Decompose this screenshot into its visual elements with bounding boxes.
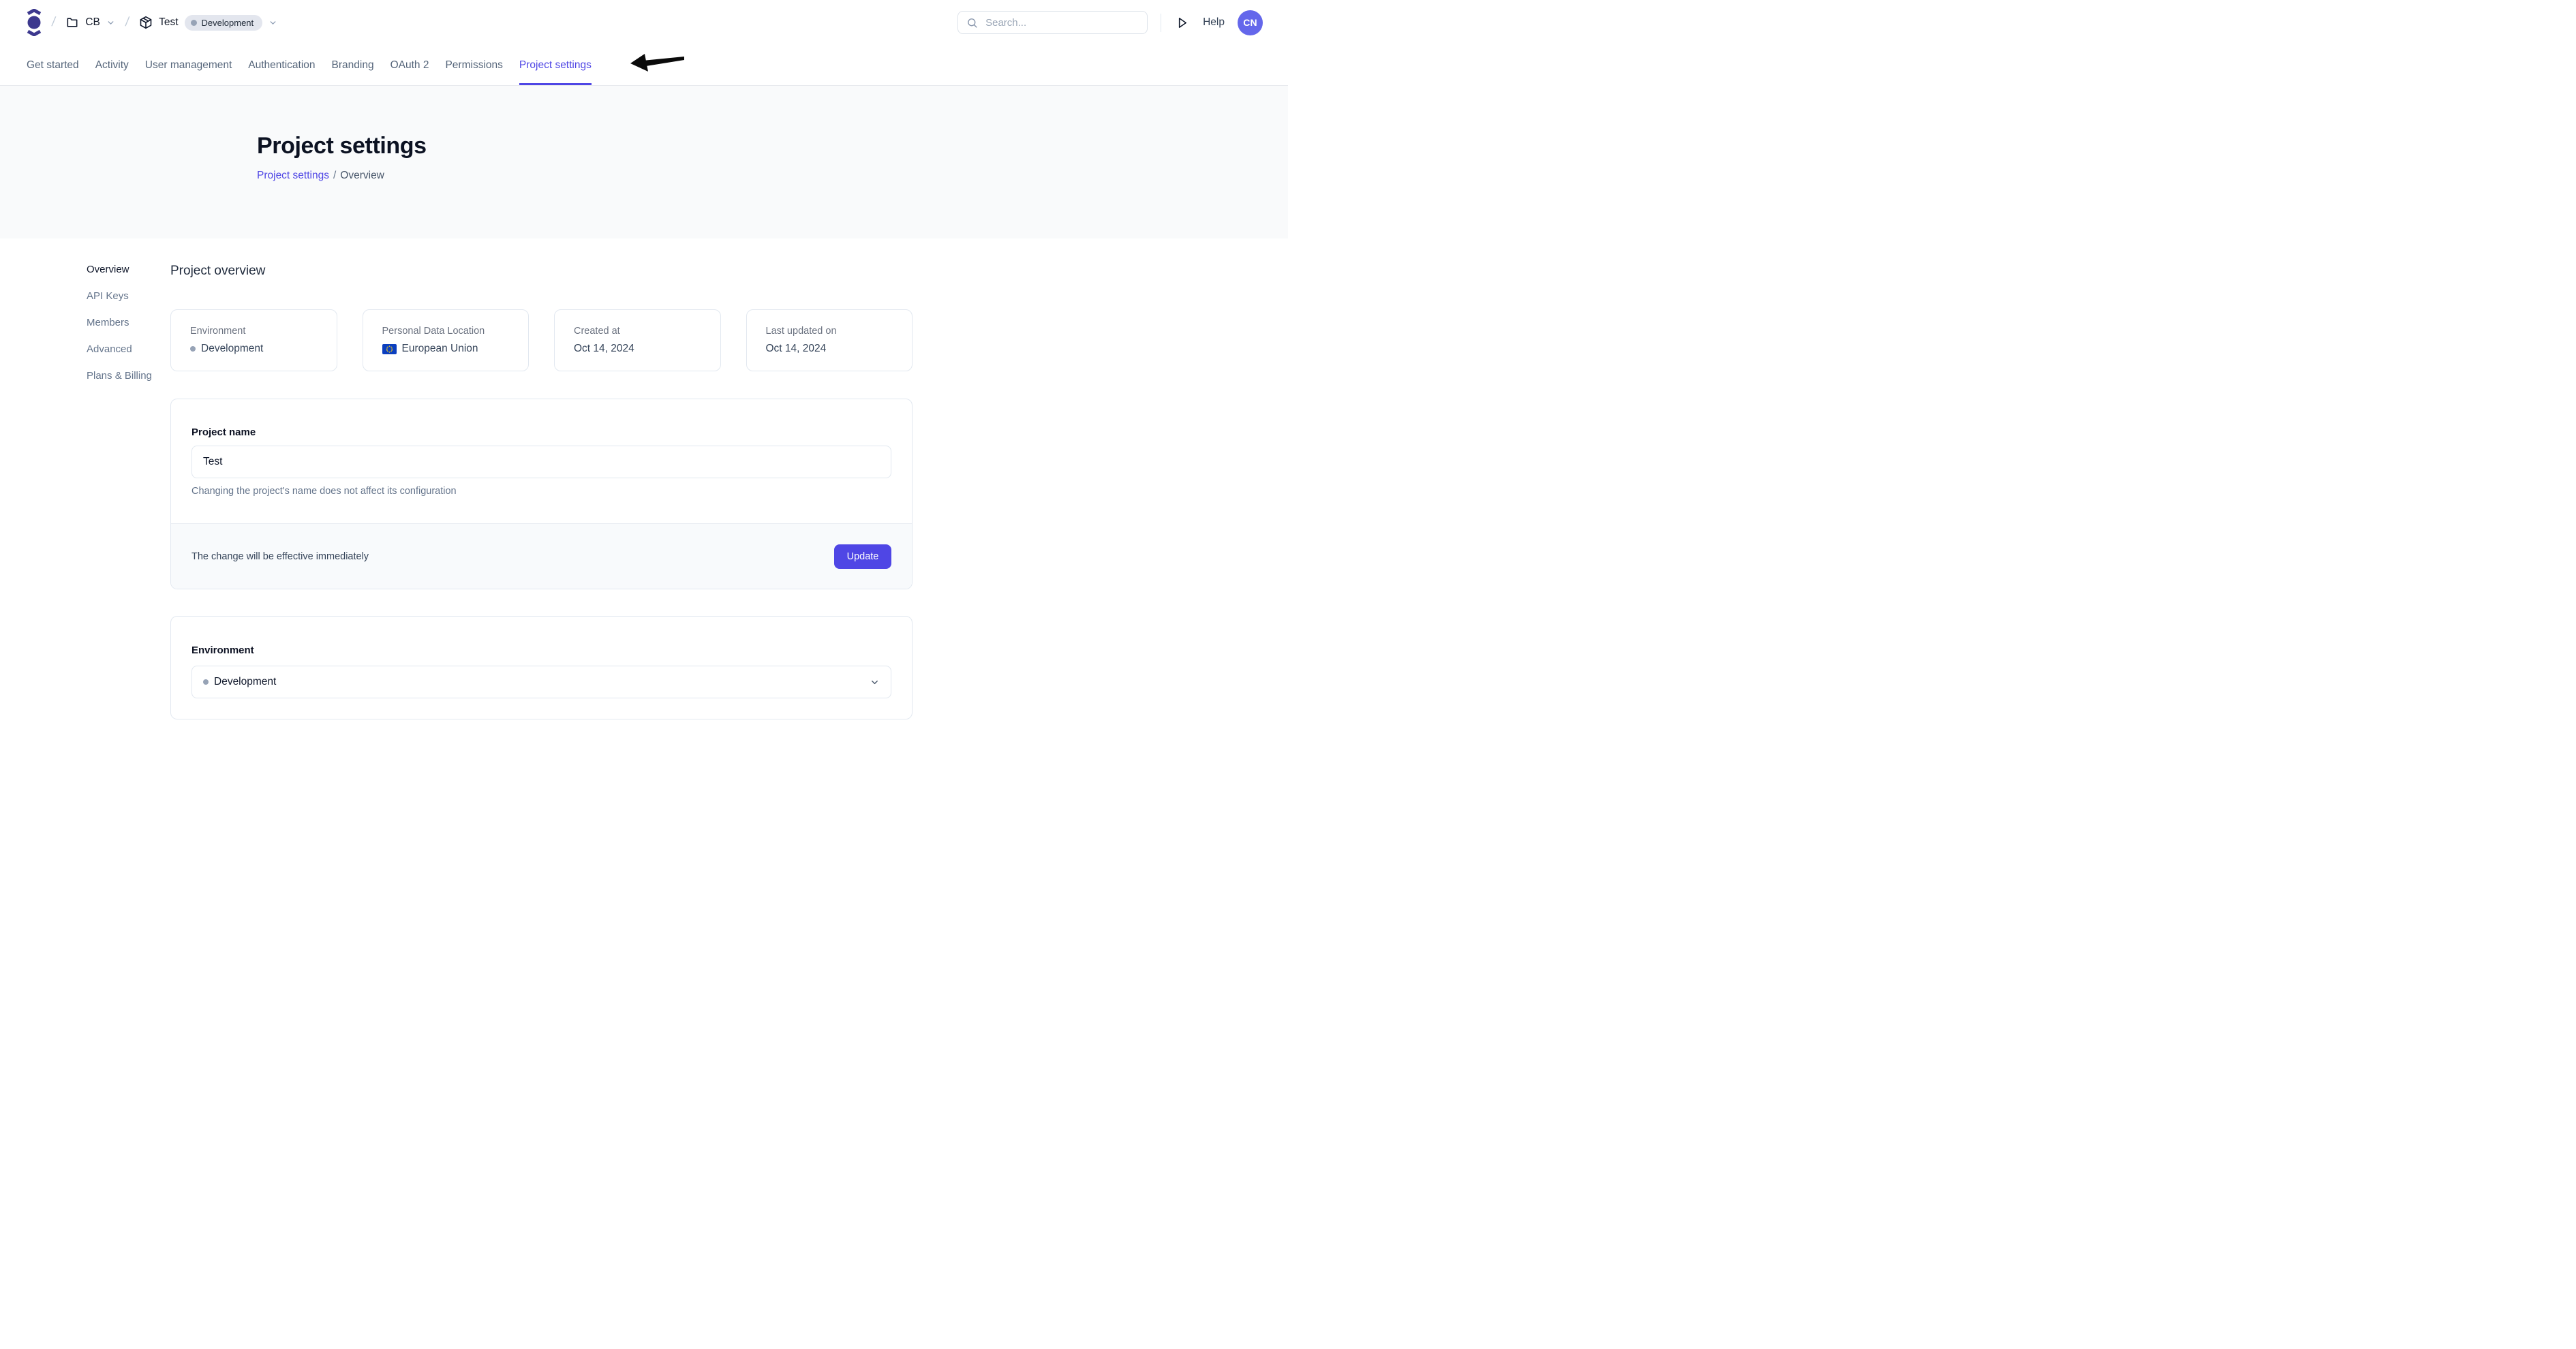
status-dot-icon bbox=[203, 679, 209, 685]
info-cards-row: Environment Development Personal Data Lo… bbox=[170, 309, 913, 371]
info-card-value-text: Oct 14, 2024 bbox=[574, 343, 634, 355]
content-area: Overview API Keys Members Advanced Plans… bbox=[0, 238, 1288, 719]
breadcrumb-current: Overview bbox=[340, 170, 384, 182]
tab-project-settings[interactable]: Project settings bbox=[519, 45, 592, 85]
breadcrumb-link-project-settings[interactable]: Project settings bbox=[257, 170, 329, 182]
tab-authentication[interactable]: Authentication bbox=[248, 45, 315, 85]
breadcrumb-slash: / bbox=[50, 15, 56, 30]
search-box[interactable] bbox=[957, 11, 1148, 34]
info-card-label: Last updated on bbox=[766, 326, 893, 337]
org-chevron-down-icon bbox=[106, 18, 115, 27]
update-button[interactable]: Update bbox=[834, 544, 891, 569]
breadcrumb-slash: / bbox=[124, 15, 129, 30]
eu-flag-icon bbox=[382, 344, 397, 354]
sidebar-item-members[interactable]: Members bbox=[87, 317, 170, 328]
project-name-card: Project name Changing the project's name… bbox=[170, 399, 913, 589]
project-name: Test bbox=[159, 16, 178, 29]
folder-icon bbox=[65, 16, 79, 29]
logo-icon bbox=[27, 9, 42, 36]
tab-permissions[interactable]: Permissions bbox=[445, 45, 502, 85]
page-title: Project settings bbox=[257, 133, 1288, 159]
info-card-created-at: Created at Oct 14, 2024 bbox=[554, 309, 721, 371]
settings-sidebar: Overview API Keys Members Advanced Plans… bbox=[0, 264, 170, 719]
chevron-down-icon bbox=[870, 677, 880, 687]
environment-card: Environment Development bbox=[170, 616, 913, 719]
play-button[interactable] bbox=[1174, 15, 1190, 31]
breadcrumb: / CB / Test Development bbox=[27, 9, 277, 36]
help-link[interactable]: Help bbox=[1203, 16, 1225, 29]
page-header: Project settings Project settings / Over… bbox=[0, 86, 1288, 238]
environment-select[interactable]: Development bbox=[191, 666, 891, 698]
project-name-helper: Changing the project's name does not aff… bbox=[191, 486, 891, 497]
info-card-value: Oct 14, 2024 bbox=[574, 343, 701, 355]
tab-branding[interactable]: Branding bbox=[332, 45, 374, 85]
info-card-value: Development bbox=[190, 343, 318, 355]
tab-user-management[interactable]: User management bbox=[145, 45, 232, 85]
org-name: CB bbox=[85, 16, 100, 29]
sidebar-item-overview[interactable]: Overview bbox=[87, 264, 170, 275]
environment-label: Environment bbox=[191, 645, 891, 656]
info-card-data-location: Personal Data Location Europea bbox=[363, 309, 530, 371]
top-bar: / CB / Test Development bbox=[0, 0, 1288, 45]
info-card-value-text: European Union bbox=[402, 343, 478, 355]
environment-select-value: Development bbox=[203, 676, 276, 688]
package-icon bbox=[139, 16, 153, 29]
footer-note: The change will be effective immediately bbox=[191, 551, 369, 562]
status-dot-icon bbox=[191, 20, 197, 26]
project-name-card-footer: The change will be effective immediately… bbox=[171, 523, 912, 589]
tab-activity[interactable]: Activity bbox=[95, 45, 129, 85]
project-name-card-body: Project name Changing the project's name… bbox=[171, 399, 912, 523]
info-card-label: Personal Data Location bbox=[382, 326, 510, 337]
app-logo[interactable] bbox=[27, 9, 42, 36]
project-chevron-down-icon bbox=[269, 18, 277, 27]
info-card-value-text: Development bbox=[201, 343, 263, 355]
avatar[interactable]: CN bbox=[1238, 10, 1263, 35]
status-dot-icon bbox=[190, 346, 196, 352]
sidebar-item-advanced[interactable]: Advanced bbox=[87, 343, 170, 355]
main-tabs: Get started Activity User management Aut… bbox=[0, 45, 1288, 86]
info-card-label: Environment bbox=[190, 326, 318, 337]
info-card-label: Created at bbox=[574, 326, 701, 337]
topbar-actions: Help CN bbox=[957, 10, 1263, 35]
search-icon bbox=[966, 17, 978, 29]
section-title: Project overview bbox=[170, 264, 913, 279]
sidebar-item-plans-billing[interactable]: Plans & Billing bbox=[87, 370, 170, 382]
main-panel: Project overview Environment Development… bbox=[170, 264, 913, 719]
info-card-environment: Environment Development bbox=[170, 309, 337, 371]
tab-get-started[interactable]: Get started bbox=[27, 45, 79, 85]
project-switcher[interactable]: Test Development bbox=[139, 15, 277, 31]
info-card-value-text: Oct 14, 2024 bbox=[766, 343, 827, 355]
info-card-value: European Union bbox=[382, 343, 510, 355]
environment-select-text: Development bbox=[214, 676, 276, 688]
project-name-input[interactable] bbox=[191, 446, 891, 478]
project-name-label: Project name bbox=[191, 427, 891, 438]
info-card-last-updated: Last updated on Oct 14, 2024 bbox=[746, 309, 913, 371]
page-breadcrumb: Project settings / Overview bbox=[257, 170, 1288, 182]
search-input[interactable] bbox=[984, 16, 1139, 29]
play-icon bbox=[1176, 16, 1189, 29]
info-card-value: Oct 14, 2024 bbox=[766, 343, 893, 355]
org-switcher[interactable]: CB bbox=[65, 16, 115, 29]
environment-badge-label: Development bbox=[202, 18, 254, 28]
sidebar-item-api-keys[interactable]: API Keys bbox=[87, 290, 170, 302]
tab-oauth2[interactable]: OAuth 2 bbox=[390, 45, 429, 85]
breadcrumb-divider: / bbox=[333, 170, 336, 182]
environment-badge: Development bbox=[185, 15, 263, 31]
